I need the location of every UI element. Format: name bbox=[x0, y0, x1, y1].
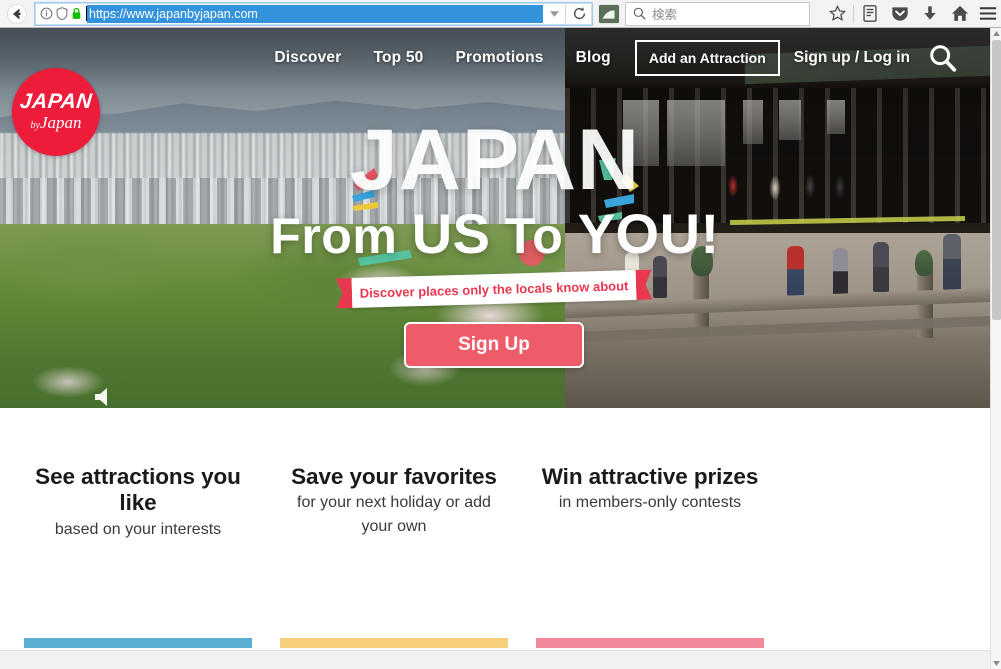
hero-signup-button[interactable]: Sign Up bbox=[404, 322, 584, 368]
feature-title: See attractions you like bbox=[35, 464, 241, 516]
confetti-decoration bbox=[352, 168, 378, 211]
features-section: See attractions you like based on your i… bbox=[0, 408, 990, 650]
hamburger-menu-icon[interactable] bbox=[975, 1, 1001, 27]
toolbar-separator bbox=[853, 4, 854, 23]
logo-bottom-text: byJapan bbox=[31, 113, 82, 133]
search-placeholder: 検索 bbox=[652, 8, 678, 22]
feature-card-attractions: See attractions you like based on your i… bbox=[24, 464, 252, 648]
shield-icon bbox=[56, 7, 68, 20]
search-icon[interactable] bbox=[920, 43, 972, 73]
nav-item-promotions[interactable]: Promotions bbox=[439, 49, 559, 67]
url-text[interactable]: https://www.japanbyjapan.com bbox=[87, 4, 543, 23]
url-history-dropdown-icon[interactable] bbox=[543, 10, 565, 17]
feature-underline-bar bbox=[536, 638, 764, 648]
search-icon bbox=[633, 7, 646, 20]
search-input[interactable]: 検索 bbox=[625, 1, 810, 26]
identity-box[interactable] bbox=[35, 7, 86, 20]
url-bar[interactable]: https://www.japanbyjapan.com bbox=[34, 1, 593, 26]
logo-name-text: Japan bbox=[39, 113, 82, 133]
signup-login-link[interactable]: Sign up / Log in bbox=[788, 49, 920, 67]
home-icon[interactable] bbox=[945, 1, 975, 27]
feature-underline-bar bbox=[24, 638, 252, 648]
nav-links: Discover Top 50 Promotions Blog Add an A… bbox=[258, 40, 990, 76]
confetti-decoration bbox=[358, 250, 412, 266]
bookmark-star-icon[interactable] bbox=[822, 1, 852, 27]
add-an-attraction-button[interactable]: Add an Attraction bbox=[634, 40, 780, 76]
feature-title: Save your favorites bbox=[291, 464, 497, 489]
info-icon bbox=[40, 7, 53, 20]
footer-strip bbox=[0, 650, 990, 669]
scroll-up-arrow[interactable] bbox=[991, 28, 1001, 39]
feature-subtitle: for your next holiday or add your own bbox=[297, 494, 491, 535]
back-button[interactable] bbox=[2, 1, 32, 27]
page-viewport: Discover Top 50 Promotions Blog Add an A… bbox=[0, 28, 990, 669]
pocket-icon[interactable] bbox=[885, 1, 915, 27]
hero-ribbon-text: Discover places only the locals know abo… bbox=[359, 277, 629, 301]
site-navbar: Discover Top 50 Promotions Blog Add an A… bbox=[0, 28, 990, 88]
feature-subtitle: in members-only contests bbox=[558, 494, 742, 512]
browser-toolbar: https://www.japanbyjapan.com 検索 bbox=[0, 0, 1001, 28]
logo-by-text: by bbox=[30, 120, 40, 132]
confetti-decoration bbox=[598, 158, 639, 222]
nav-item-discover[interactable]: Discover bbox=[258, 49, 357, 67]
lock-icon bbox=[72, 7, 81, 19]
feature-card-prizes: Win attractive prizes in members-only co… bbox=[536, 464, 764, 648]
downloads-icon[interactable] bbox=[915, 1, 945, 27]
library-icon[interactable] bbox=[855, 1, 885, 27]
feature-subtitle: based on your interests bbox=[54, 520, 222, 538]
feature-title: Win attractive prizes bbox=[541, 464, 759, 489]
scroll-down-arrow[interactable] bbox=[991, 658, 1001, 669]
logo-top-text: JAPAN bbox=[18, 90, 94, 114]
reload-button[interactable] bbox=[566, 6, 592, 21]
mute-speaker-icon[interactable] bbox=[92, 384, 118, 408]
container-tab-icon[interactable] bbox=[595, 1, 623, 27]
nav-item-top-50[interactable]: Top 50 bbox=[357, 49, 439, 67]
nav-item-blog[interactable]: Blog bbox=[560, 49, 627, 67]
feature-card-favorites: Save your favorites for your next holida… bbox=[280, 464, 508, 648]
site-logo[interactable]: JAPAN byJapan bbox=[12, 68, 100, 156]
page-scrollbar[interactable] bbox=[990, 28, 1001, 669]
feature-underline-bar bbox=[280, 638, 508, 648]
confetti-decoration bbox=[519, 240, 545, 266]
toolbar-icons bbox=[822, 1, 1001, 27]
scrollbar-thumb[interactable] bbox=[992, 40, 1001, 320]
hero-video-section: Discover Top 50 Promotions Blog Add an A… bbox=[0, 28, 990, 408]
